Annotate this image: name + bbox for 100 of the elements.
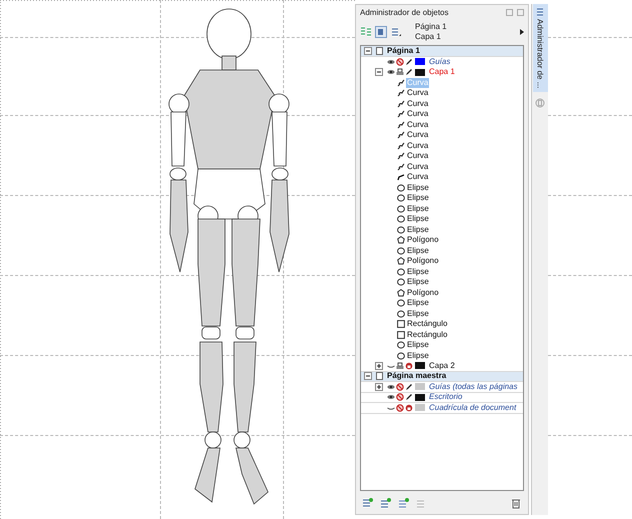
no-print-icon[interactable] (396, 382, 404, 391)
pencil-icon[interactable] (405, 68, 413, 76)
object-row[interactable]: Elipse (361, 224, 523, 235)
object-name: Polígono (406, 288, 440, 298)
lock-icon[interactable] (405, 404, 413, 412)
object-row[interactable]: Curva (361, 172, 523, 182)
expand-toggle[interactable] (375, 362, 383, 370)
object-row[interactable]: Curva (361, 98, 523, 109)
object-row[interactable]: Curva (361, 88, 523, 98)
eye-icon[interactable] (387, 382, 395, 391)
layer-name: Guías (428, 56, 452, 67)
object-row[interactable]: Curva (361, 120, 523, 130)
object-row[interactable]: Elipse (361, 182, 523, 193)
lock-icon[interactable] (405, 362, 413, 370)
object-row[interactable]: Elipse (361, 277, 523, 288)
pencil-icon[interactable] (405, 58, 413, 66)
object-name: Curva (406, 78, 430, 88)
panel-title: Administrador de objetos (360, 8, 448, 17)
object-name: Rectángulo (406, 319, 448, 330)
layer-row[interactable]: Escritorio (361, 392, 523, 403)
layers-icon[interactable] (360, 26, 372, 38)
docker-tab-label: Administrador de ... (536, 19, 544, 88)
printer-icon[interactable] (396, 362, 404, 370)
eye-icon[interactable] (387, 58, 395, 66)
object-row[interactable]: Elipse (361, 246, 523, 256)
no-print-icon[interactable] (396, 393, 404, 402)
ellipse-icon (397, 246, 405, 255)
curve-icon (397, 100, 405, 108)
layer-name: Escritorio (428, 392, 464, 402)
object-row[interactable]: Elipse (361, 214, 523, 224)
page-row[interactable]: Página 1 (361, 46, 523, 56)
collapse-toggle[interactable] (364, 372, 372, 380)
flyout-arrow-icon[interactable] (520, 29, 524, 35)
pencil-icon[interactable] (405, 393, 413, 402)
object-row[interactable]: Curva (361, 162, 523, 172)
object-name: Elipse (406, 298, 430, 308)
object-row[interactable]: Curva (361, 140, 523, 151)
object-name: Elipse (406, 340, 430, 350)
layer-name: Cuadrícula de document (428, 402, 518, 413)
plus-icon (376, 384, 382, 390)
eye-icon[interactable] (387, 68, 395, 76)
object-row[interactable]: Polígono (361, 256, 523, 266)
minus-icon (365, 373, 371, 380)
object-row[interactable]: Curva (361, 130, 523, 140)
object-name: Curva (406, 151, 430, 162)
minus-icon (376, 69, 382, 76)
layer-name: Guías (todas las páginas (428, 382, 518, 392)
object-row[interactable]: Curva (361, 109, 523, 120)
layer-row[interactable]: Guías (361, 56, 523, 67)
object-name: Elipse (406, 277, 430, 288)
object-row[interactable]: Polígono (361, 235, 523, 246)
page-name: Página maestra (386, 371, 448, 382)
curve-icon (397, 152, 405, 160)
new-master-layer-icon[interactable] (398, 497, 410, 509)
pencil-icon[interactable] (405, 382, 413, 391)
curve-icon (397, 89, 405, 98)
object-row[interactable]: Curva (361, 151, 523, 162)
minus-icon (365, 48, 371, 54)
no-print-icon[interactable] (396, 404, 404, 412)
layer-view-icon[interactable] (375, 26, 387, 38)
object-name: Curva (406, 88, 430, 98)
no-print-icon[interactable] (396, 58, 404, 66)
expand-toggle[interactable] (375, 382, 383, 391)
object-name: Polígono (406, 235, 440, 246)
object-name: Elipse (406, 350, 430, 361)
page-name: Página 1 (386, 46, 421, 56)
curve-icon (397, 120, 405, 129)
object-name: Curva (406, 140, 430, 151)
object-name: Elipse (406, 204, 430, 214)
new-layer-icon[interactable] (362, 497, 374, 509)
object-row[interactable]: Elipse (361, 298, 523, 308)
object-name: Curva (406, 130, 430, 140)
curve-icon (397, 162, 405, 171)
layer-row[interactable]: Cuadrícula de document (361, 403, 523, 414)
object-row[interactable]: Elipse (361, 308, 523, 319)
object-row[interactable]: Elipse (361, 193, 523, 204)
object-row[interactable]: Elipse (361, 350, 523, 361)
object-name: Elipse (406, 266, 430, 277)
edit-layers-icon[interactable] (390, 26, 402, 38)
new-master-layer-icon[interactable] (380, 497, 392, 509)
trash-icon[interactable] (510, 497, 522, 509)
collapse-toggle[interactable] (364, 46, 372, 55)
docker-tab-icon (536, 8, 544, 16)
object-name: Elipse (406, 308, 430, 319)
object-row[interactable]: Rectángulo (361, 319, 523, 330)
curve-icon (397, 173, 405, 182)
object-row[interactable]: Elipse (361, 204, 523, 214)
object-row[interactable]: Rectángulo (361, 330, 523, 340)
object-row[interactable]: Elipse (361, 266, 523, 277)
object-name: Curva (406, 98, 430, 109)
layer-row[interactable]: Capa 1 (361, 67, 523, 78)
collapse-toggle[interactable] (375, 68, 383, 76)
object-name: Curva (406, 109, 430, 120)
eye-icon[interactable] (387, 393, 395, 402)
object-row[interactable]: Polígono (361, 288, 523, 298)
printer-icon[interactable] (396, 68, 404, 76)
object-row[interactable]: Elipse (361, 340, 523, 350)
docker-tab[interactable]: Administrador de ... (532, 4, 548, 92)
page-row[interactable]: Página maestra (361, 372, 523, 382)
layer-row[interactable]: Guías (todas las páginas (361, 382, 523, 392)
